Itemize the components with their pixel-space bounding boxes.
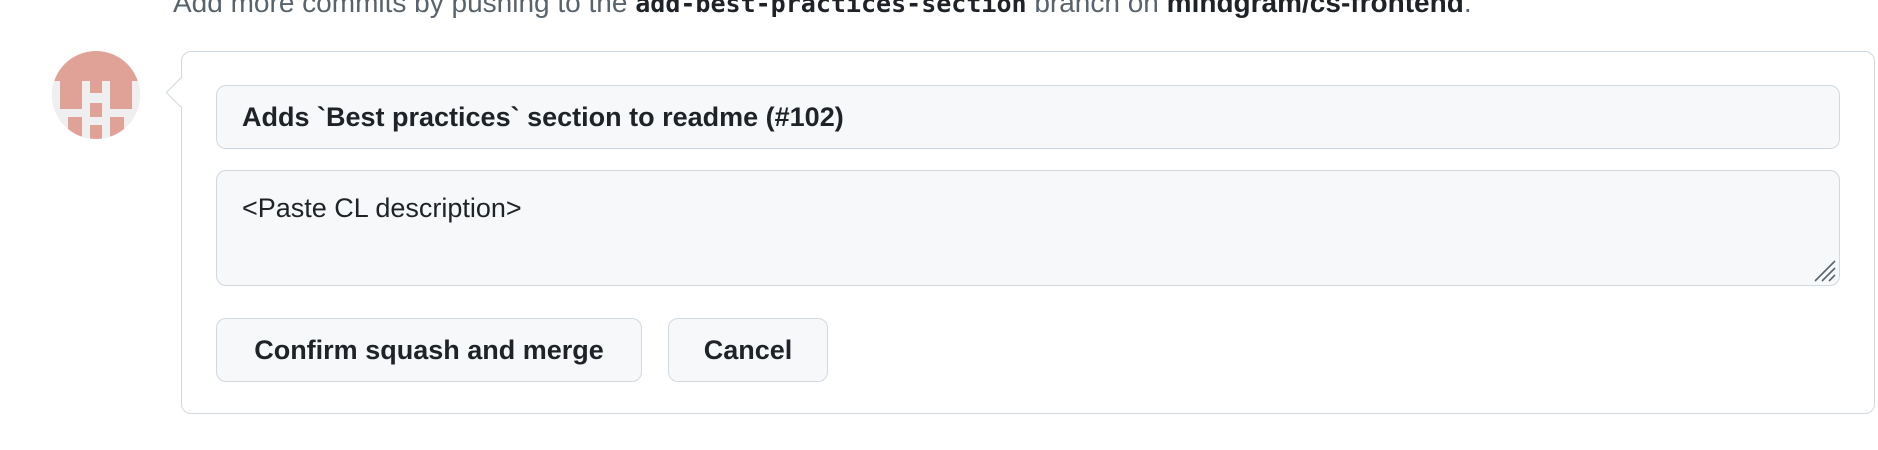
avatar[interactable] xyxy=(52,51,140,139)
confirm-squash-merge-button[interactable]: Confirm squash and merge xyxy=(216,318,642,382)
merge-panel: Add more commits by pushing to the add-b… xyxy=(0,0,1878,450)
resize-grip-icon[interactable] xyxy=(1811,257,1837,283)
commit-description-textarea[interactable]: <Paste CL description> xyxy=(216,170,1840,286)
identicon-avatar-icon xyxy=(52,51,140,139)
hint-middle: branch on xyxy=(1026,0,1167,18)
commit-title-input[interactable] xyxy=(216,85,1840,149)
hint-prefix: Add more commits by pushing to the xyxy=(173,0,636,18)
merge-form-card: <Paste CL description> Confirm squash an… xyxy=(165,51,1875,414)
push-hint-text: Add more commits by pushing to the add-b… xyxy=(173,0,1472,21)
cancel-button[interactable]: Cancel xyxy=(668,318,828,382)
card-caret xyxy=(165,77,196,108)
hint-suffix: . xyxy=(1463,0,1472,18)
repo-name: mindgram/cs-frontend xyxy=(1166,0,1464,18)
branch-name: add-best-practices-section xyxy=(635,0,1027,18)
